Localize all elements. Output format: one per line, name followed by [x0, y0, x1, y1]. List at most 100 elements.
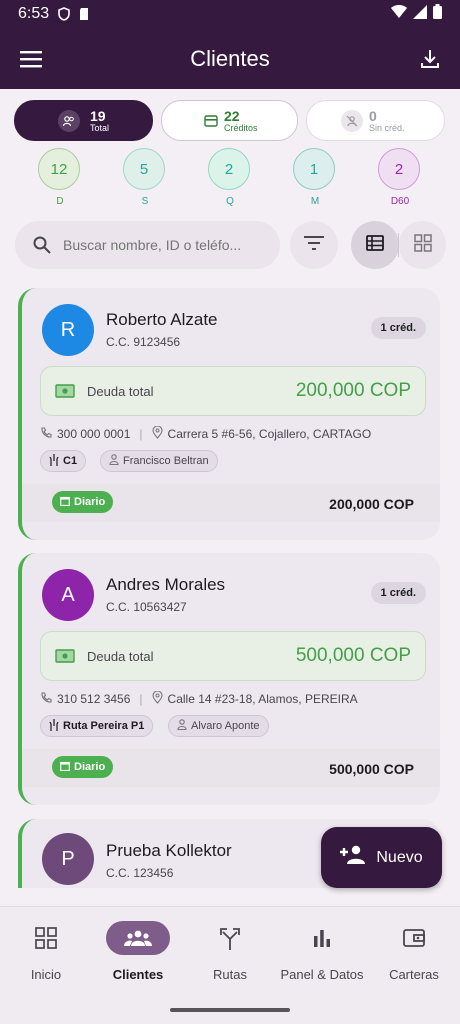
freq-filter-d60[interactable]: 2 D60 [378, 148, 422, 207]
client-name: Roberto Alzate [106, 310, 218, 329]
debt-label: Deuda total [87, 383, 154, 399]
tab-total-count: 19 [90, 107, 106, 124]
calendar-icon [60, 761, 70, 774]
grid-view-icon [413, 233, 432, 257]
wifi-icon [391, 4, 407, 24]
freq-count: 1 [293, 148, 335, 190]
new-client-label: Nuevo [376, 848, 423, 866]
tab-sin-creditos[interactable]: 0 Sin créd. [306, 100, 445, 141]
client-card[interactable]: A Andres Morales C.C. 10563427 1 créd. D… [18, 553, 440, 805]
tab-creditos[interactable]: 22 Créditos [161, 100, 298, 141]
tab-sin-creditos-count: 0 [369, 107, 377, 124]
nav-rutas[interactable]: Rutas [184, 921, 276, 982]
collector-chip[interactable]: Francisco Beltran [100, 450, 218, 472]
list-view-button[interactable] [351, 221, 399, 269]
top-app-bar: 6:53 Clientes [0, 0, 460, 89]
app-bar: Clientes [0, 36, 460, 82]
tab-total[interactable]: 19 Total [14, 100, 153, 141]
freq-label: S [141, 196, 149, 207]
freq-filter-s[interactable]: 5 S [123, 148, 167, 207]
battery-icon [433, 4, 442, 24]
route-icon [198, 921, 262, 955]
search-box[interactable] [15, 221, 280, 269]
tab-total-label: Total [90, 122, 110, 133]
avatar: P [42, 833, 94, 885]
freq-count: 2 [208, 148, 250, 190]
nav-label: Clientes [112, 967, 164, 982]
shield-icon [57, 7, 71, 21]
person-icon [177, 719, 187, 733]
credit-amount: 500,000 COP [329, 761, 414, 777]
route-name: Ruta Pereira P1 [63, 720, 145, 732]
bar-chart-icon [290, 921, 354, 955]
nav-inicio[interactable]: Inicio [0, 921, 92, 982]
nav-panel-datos[interactable]: Panel & Datos [276, 921, 368, 982]
card-footer: Diario 200,000 COP [22, 484, 440, 522]
separator: | [139, 427, 143, 441]
freq-filter-q[interactable]: 2 Q [208, 148, 252, 207]
signal-icon [413, 4, 427, 24]
frequency-label: Diario [74, 761, 106, 773]
debt-value: 200,000 COP [295, 380, 411, 401]
address: Carrera 5 #6-56, Cojallero, CARTAGO [167, 427, 372, 441]
contact-row: 310 512 3456 | Calle 14 #23-18, Alamos, … [40, 690, 358, 707]
person-off-icon [341, 109, 363, 132]
grid-view-button[interactable] [399, 221, 446, 269]
tab-sin-creditos-label: Sin créd. [369, 122, 405, 133]
location-icon [151, 425, 163, 442]
freq-count: 2 [378, 148, 420, 190]
phone-icon [40, 426, 52, 442]
frequency-tag: Diario [52, 491, 114, 513]
freq-label: Q [226, 196, 234, 207]
collector-name: Alvaro Aponte [191, 720, 260, 732]
gesture-bar[interactable] [170, 1008, 290, 1012]
location-icon [151, 690, 163, 707]
people-icon [58, 109, 80, 132]
client-card[interactable]: R Roberto Alzate C.C. 9123456 1 créd. De… [18, 288, 440, 540]
search-icon [33, 236, 51, 254]
summary-tabs: 19 Total 22 Créditos 0 Sin créd. [14, 100, 446, 141]
money-icon [55, 384, 75, 398]
freq-filter-d[interactable]: 12 D [38, 148, 82, 207]
client-id: C.C. 10563427 [106, 600, 187, 614]
debt-box: Deuda total 200,000 COP [40, 366, 426, 416]
frequency-label: Diario [74, 496, 106, 508]
nav-label: Rutas [213, 967, 247, 982]
freq-filter-m[interactable]: 1 M [293, 148, 337, 207]
filter-button[interactable] [290, 221, 338, 269]
nav-clientes[interactable]: Clientes [92, 921, 184, 982]
grid-icon [14, 921, 78, 955]
page-title: Clientes [190, 46, 270, 71]
nav-carteras[interactable]: Carteras [368, 921, 460, 982]
status-bar: 6:53 [0, 0, 460, 28]
collector-chip[interactable]: Alvaro Aponte [168, 715, 269, 737]
search-input[interactable] [63, 237, 273, 253]
freq-label: D [56, 196, 64, 207]
client-name: Prueba Kollektor [106, 841, 232, 860]
client-id: C.C. 9123456 [106, 335, 181, 349]
route-name: C1 [63, 455, 78, 467]
freq-count: 5 [123, 148, 165, 190]
freq-label: D60 [390, 196, 410, 207]
phone-number: 300 000 0001 [57, 427, 131, 441]
nav-label: Carteras [389, 967, 439, 982]
contact-row: 300 000 0001 | Carrera 5 #6-56, Cojaller… [40, 425, 372, 442]
new-client-button[interactable]: Nuevo [321, 827, 442, 888]
nav-label: Inicio [30, 967, 62, 982]
route-chip[interactable]: C1 [40, 450, 87, 472]
nav-label: Panel & Datos [280, 967, 364, 982]
collector-name: Francisco Beltran [123, 455, 209, 467]
people-icon [106, 921, 170, 955]
avatar: A [42, 569, 94, 621]
status-time: 6:53 [18, 5, 50, 22]
route-icon [49, 453, 59, 469]
route-chip[interactable]: Ruta Pereira P1 [40, 715, 154, 737]
download-icon[interactable] [410, 39, 450, 79]
client-id: C.C. 123456 [106, 866, 174, 880]
bottom-navigation: Inicio Clientes Rutas Panel & Datos Cart… [0, 906, 460, 1024]
tab-creditos-count: 22 [224, 107, 240, 124]
tab-creditos-label: Créditos [224, 122, 258, 133]
person-icon [109, 454, 119, 468]
credits-badge: 1 créd. [370, 317, 426, 339]
frequency-filters: 12 D 5 S 2 Q 1 M 2 D60 [0, 148, 460, 212]
